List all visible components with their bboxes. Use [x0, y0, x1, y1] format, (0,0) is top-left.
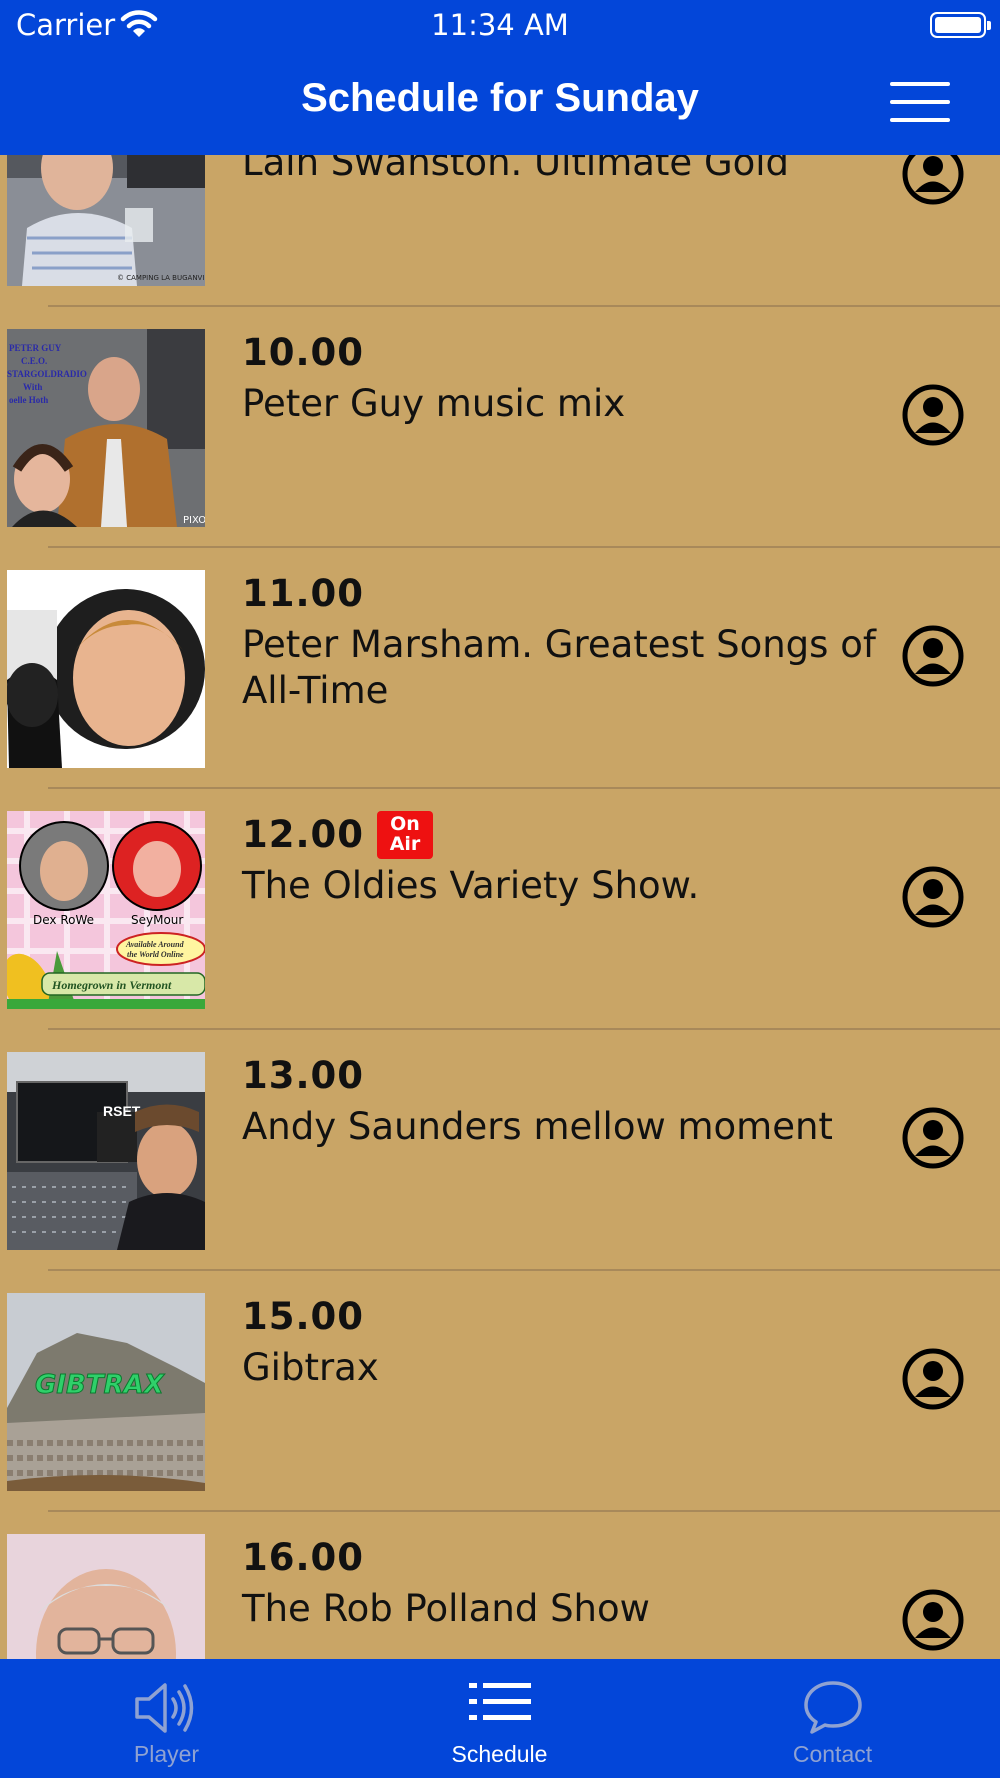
show-title: Lain Swanston. Ultimate Gold: [242, 155, 790, 184]
show-title: The Rob Polland Show: [242, 1587, 650, 1630]
host-profile-icon[interactable]: [902, 384, 964, 446]
host-photo: PETER GUY C.E.O. STARGOLDRADIO With oell…: [7, 329, 205, 527]
status-bar: Carrier 11:34 AM: [0, 0, 1000, 50]
host-profile-icon[interactable]: [902, 1107, 964, 1169]
photo-caption: GIBTRAX: [35, 1370, 166, 1400]
speaker-icon: [135, 1683, 194, 1733]
artwork-caption: Dex RoWe: [33, 913, 94, 927]
photo-caption: oelle Hoth: [9, 395, 48, 405]
schedule-row[interactable]: 16.00 The Rob Polland Show: [0, 1512, 1000, 1659]
host-profile-icon[interactable]: [902, 866, 964, 928]
show-title: Gibtrax: [242, 1346, 379, 1389]
chat-bubble-icon: [804, 1681, 862, 1734]
host-profile-icon[interactable]: [902, 1589, 964, 1651]
schedule-row[interactable]: © CAMPING LA BUGANVILLA Lain Swanston. U…: [0, 155, 1000, 307]
show-title: Peter Marsham. Greatest Songs of All-Tim…: [242, 623, 876, 712]
artwork-caption: Available Around: [125, 940, 185, 949]
schedule-row[interactable]: RSET 13.00 Andy Saunders mellow moment: [0, 1030, 1000, 1271]
gibraltar-photo: GIBTRAX: [7, 1293, 205, 1491]
photo-caption: With: [23, 382, 42, 392]
photo-caption: © CAMPING LA BUGANVILLA: [117, 274, 205, 282]
schedule-row-on-air[interactable]: Dex RoWe SeyMour Available Around the Wo…: [0, 789, 1000, 1030]
battery-icon: [930, 12, 991, 38]
tab-contact[interactable]: Contact: [666, 1659, 999, 1778]
show-time: 15.00: [242, 1295, 365, 1338]
show-time: 10.00: [242, 331, 365, 374]
tab-label: Contact: [792, 1741, 873, 1767]
menu-line: [890, 82, 950, 86]
show-time: 16.00: [242, 1536, 365, 1579]
list-icon: [469, 1683, 531, 1720]
tab-schedule[interactable]: Schedule: [333, 1659, 666, 1778]
host-profile-icon[interactable]: [902, 155, 964, 205]
artwork-caption: SeyMour: [131, 913, 183, 927]
photo-caption: STARGOLDRADIO: [7, 369, 87, 379]
photo-caption: C.E.O.: [21, 356, 47, 366]
host-profile-icon[interactable]: [902, 625, 964, 687]
tab-bar: Player Schedule Contact: [0, 1659, 1000, 1778]
host-photo: [7, 1534, 205, 1659]
navigation-bar: Carrier 11:34 AM Schedule for Sunday: [0, 0, 1000, 155]
schedule-row[interactable]: 11.00 Peter Marsham. Greatest Songs of A…: [0, 548, 1000, 789]
show-thumbnail: [7, 570, 205, 768]
show-title: The Oldies Variety Show.: [242, 864, 700, 907]
host-photo: © CAMPING LA BUGANVILLA: [7, 155, 205, 286]
show-thumbnail: GIBTRAX: [7, 1293, 205, 1491]
on-air-badge: On Air: [377, 811, 433, 859]
show-time: 13.00: [242, 1054, 365, 1097]
show-thumbnail: © CAMPING LA BUGANVILLA: [7, 155, 205, 286]
schedule-row[interactable]: PETER GUY C.E.O. STARGOLDRADIO With oell…: [0, 307, 1000, 548]
schedule-list[interactable]: © CAMPING LA BUGANVILLA Lain Swanston. U…: [0, 155, 1000, 1659]
page-title: Schedule for Sunday: [301, 76, 699, 120]
show-thumbnail: [7, 1534, 205, 1659]
show-title: Peter Guy music mix: [242, 382, 626, 425]
menu-line: [890, 100, 950, 104]
photo-caption: PETER GUY: [9, 343, 62, 353]
on-air-text-line: On: [390, 813, 420, 835]
tab-label: Player: [133, 1741, 200, 1767]
tab-label: Schedule: [451, 1741, 548, 1767]
show-time: 11.00: [242, 572, 365, 615]
host-profile-icon[interactable]: [902, 1348, 964, 1410]
hamburger-menu-button[interactable]: [886, 80, 956, 124]
show-artwork: Dex RoWe SeyMour Available Around the Wo…: [7, 811, 205, 1009]
show-thumbnail: RSET: [7, 1052, 205, 1250]
artwork-caption: Homegrown in Vermont: [51, 978, 172, 992]
host-photo: [7, 570, 205, 768]
show-thumbnail: Dex RoWe SeyMour Available Around the Wo…: [7, 811, 205, 1009]
show-thumbnail: PETER GUY C.E.O. STARGOLDRADIO With oell…: [7, 329, 205, 527]
tab-player[interactable]: Player: [0, 1659, 333, 1778]
status-time: 11:34 AM: [431, 8, 569, 42]
studio-photo: RSET: [7, 1052, 205, 1250]
show-title: Andy Saunders mellow moment: [242, 1105, 833, 1148]
on-air-text-line: Air: [389, 833, 421, 855]
show-time: 12.00: [242, 813, 365, 856]
artwork-caption: the World Online: [127, 950, 184, 959]
menu-line: [890, 118, 950, 122]
photo-caption: PIXO: [183, 515, 205, 526]
schedule-row[interactable]: GIBTRAX 15.00 Gibtrax: [0, 1271, 1000, 1512]
